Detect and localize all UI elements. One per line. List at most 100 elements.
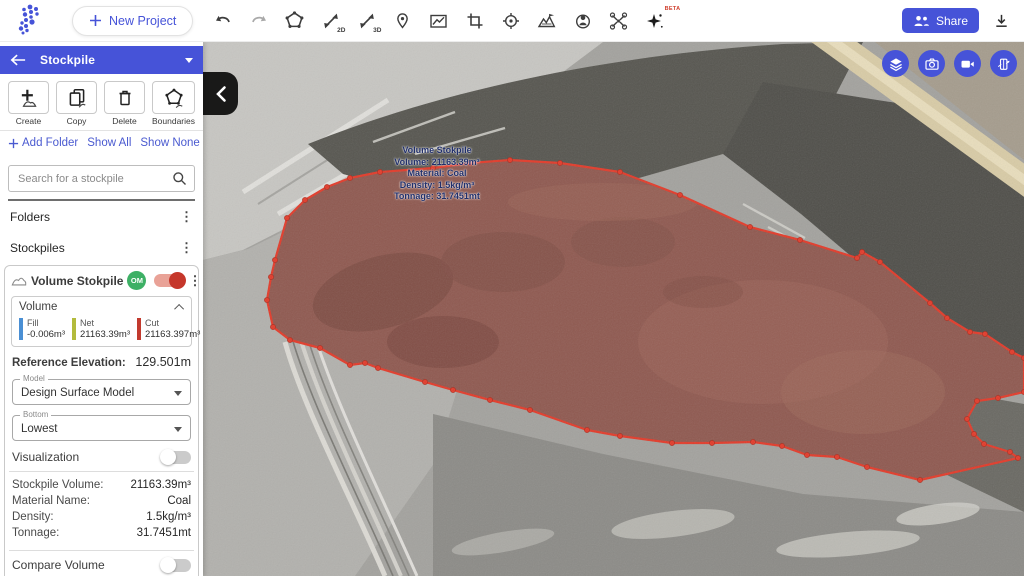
polygon-tool-icon[interactable]: [283, 8, 306, 34]
folders-label: Folders: [10, 210, 50, 224]
delete-button[interactable]: Delete: [104, 81, 145, 126]
terrain-map[interactable]: [203, 42, 1024, 576]
app-logo-icon[interactable]: [10, 3, 50, 39]
crop-icon[interactable]: [463, 8, 486, 34]
download-icon[interactable]: [993, 12, 1010, 30]
trash-icon: [115, 87, 135, 109]
bottom-select[interactable]: Bottom Lowest: [12, 415, 191, 441]
bottom-select-label: Bottom: [20, 410, 51, 419]
stockpile-panel: Stockpile Create Copy Delete Boundaries: [0, 42, 203, 576]
model-select-label: Model: [20, 374, 48, 383]
cut-metric: Cut 21163.397m³: [137, 318, 200, 340]
chevron-left-icon: [215, 85, 227, 103]
location-pin-icon[interactable]: [391, 8, 414, 34]
model-select[interactable]: Model Design Surface Model: [12, 379, 191, 405]
record-video-button[interactable]: [954, 50, 981, 77]
density-value: 1.5kg/m³: [146, 511, 191, 523]
terrain-analysis-icon[interactable]: [535, 8, 558, 34]
visualization-row: Visualization: [12, 450, 191, 464]
new-project-button[interactable]: New Project: [72, 6, 193, 36]
copy-icon: [66, 87, 88, 109]
chevron-down-icon: [174, 391, 182, 396]
model-select-value: Design Surface Model: [21, 387, 134, 399]
screenshot-button[interactable]: [918, 50, 945, 77]
share-label: Share: [936, 14, 968, 28]
top-toolbar: New Project 2D 3D: [0, 0, 1024, 42]
visualization-label: Visualization: [12, 450, 79, 464]
copy-label: Copy: [56, 116, 97, 126]
stockpile-volume-label: Stockpile Volume:: [12, 479, 103, 491]
stockpiles-menu-icon[interactable]: ⋮: [180, 241, 193, 254]
collapse-sidebar-button[interactable]: [203, 72, 238, 115]
search-input[interactable]: [8, 165, 195, 192]
back-arrow-icon[interactable]: [10, 53, 26, 67]
panel-caret-icon[interactable]: [185, 58, 193, 63]
app-window: New Project 2D 3D: [0, 0, 1024, 576]
compare-view-button[interactable]: [990, 50, 1017, 77]
net-metric: Net 21163.39m³: [72, 318, 130, 340]
net-value: 21163.39m³: [80, 329, 130, 340]
stockpile-actions: Create Copy Delete Boundaries: [0, 74, 203, 131]
layers-icon: [888, 56, 904, 72]
drone-flight-icon[interactable]: [607, 8, 630, 34]
map-3d-view[interactable]: Volume Stokpile Volume: 21163.39m³ Mater…: [203, 42, 1024, 576]
stockpile-mound-icon: [11, 274, 27, 287]
compare-view-icon: [996, 56, 1011, 72]
panel-title: Stockpile: [40, 53, 95, 67]
fill-value: -0.006m³: [27, 329, 65, 340]
gcp-target-icon[interactable]: [499, 8, 522, 34]
new-project-label: New Project: [109, 14, 176, 28]
tonnage-value: 31.7451mt: [137, 527, 191, 539]
stockpiles-section[interactable]: Stockpiles ⋮: [0, 232, 203, 263]
measure-3d-label: 3D: [373, 27, 381, 34]
visualization-toggle[interactable]: [161, 451, 191, 464]
video-camera-icon: [959, 56, 976, 72]
show-all-button[interactable]: Show All: [87, 137, 131, 149]
create-icon: [18, 87, 40, 109]
measure-2d-icon[interactable]: 2D: [319, 8, 342, 34]
create-label: Create: [8, 116, 49, 126]
layers-button[interactable]: [882, 50, 909, 77]
map-controls: [882, 50, 1017, 77]
stockpile-name: Volume Stokpile: [31, 274, 123, 288]
measure-3d-icon[interactable]: 3D: [355, 8, 378, 34]
compare-volume-toggle[interactable]: [161, 559, 191, 572]
reference-elevation-label: Reference Elevation:: [12, 357, 126, 369]
people-icon: [913, 14, 930, 28]
folders-menu-icon[interactable]: ⋮: [180, 210, 193, 223]
search-container: [8, 165, 195, 201]
folders-section[interactable]: Folders ⋮: [0, 201, 203, 232]
redo-icon[interactable]: [247, 8, 270, 34]
boundaries-button[interactable]: Boundaries: [152, 81, 195, 126]
fill-metric: Fill -0.006m³: [19, 318, 65, 340]
plus-icon: [89, 14, 102, 27]
reference-elevation-row: Reference Elevation: 129.501m: [12, 355, 191, 369]
visibility-toggle[interactable]: [154, 274, 184, 287]
show-none-button[interactable]: Show None: [140, 137, 199, 149]
stockpile-card: Volume Stokpile OM ⋮ Volume Fill -0.006m…: [4, 265, 199, 576]
stockpile-volume-value: 21163.39m³: [130, 479, 191, 491]
material-name-row: Material Name: Coal: [11, 495, 192, 511]
search-icon[interactable]: [172, 171, 187, 189]
delete-label: Delete: [104, 116, 145, 126]
volume-section: Volume Fill -0.006m³ Net 21163.39m³ Cut …: [11, 296, 192, 347]
street-view-icon[interactable]: [571, 8, 594, 34]
copy-button[interactable]: Copy: [56, 81, 97, 126]
owner-badge: OM: [127, 271, 146, 290]
elevation-profile-icon[interactable]: [427, 8, 450, 34]
divider: [9, 471, 194, 472]
add-folder-button[interactable]: Add Folder: [8, 137, 78, 149]
share-button[interactable]: Share: [902, 8, 979, 33]
density-row: Density: 1.5kg/m³: [11, 511, 192, 527]
collapse-icon[interactable]: [174, 303, 184, 313]
compare-volume-label: Compare Volume: [12, 558, 105, 572]
ai-assistant-icon[interactable]: BETA: [643, 8, 666, 34]
create-button[interactable]: Create: [8, 81, 49, 126]
toolbar-tools: 2D 3D: [211, 8, 666, 34]
tonnage-label: Tonnage:: [12, 527, 59, 539]
stockpile-menu-icon[interactable]: ⋮: [188, 274, 201, 287]
boundaries-icon: [163, 87, 185, 109]
undo-icon[interactable]: [211, 8, 234, 34]
stockpile-card-header[interactable]: Volume Stokpile OM ⋮: [11, 271, 192, 290]
volume-title: Volume: [19, 301, 57, 313]
